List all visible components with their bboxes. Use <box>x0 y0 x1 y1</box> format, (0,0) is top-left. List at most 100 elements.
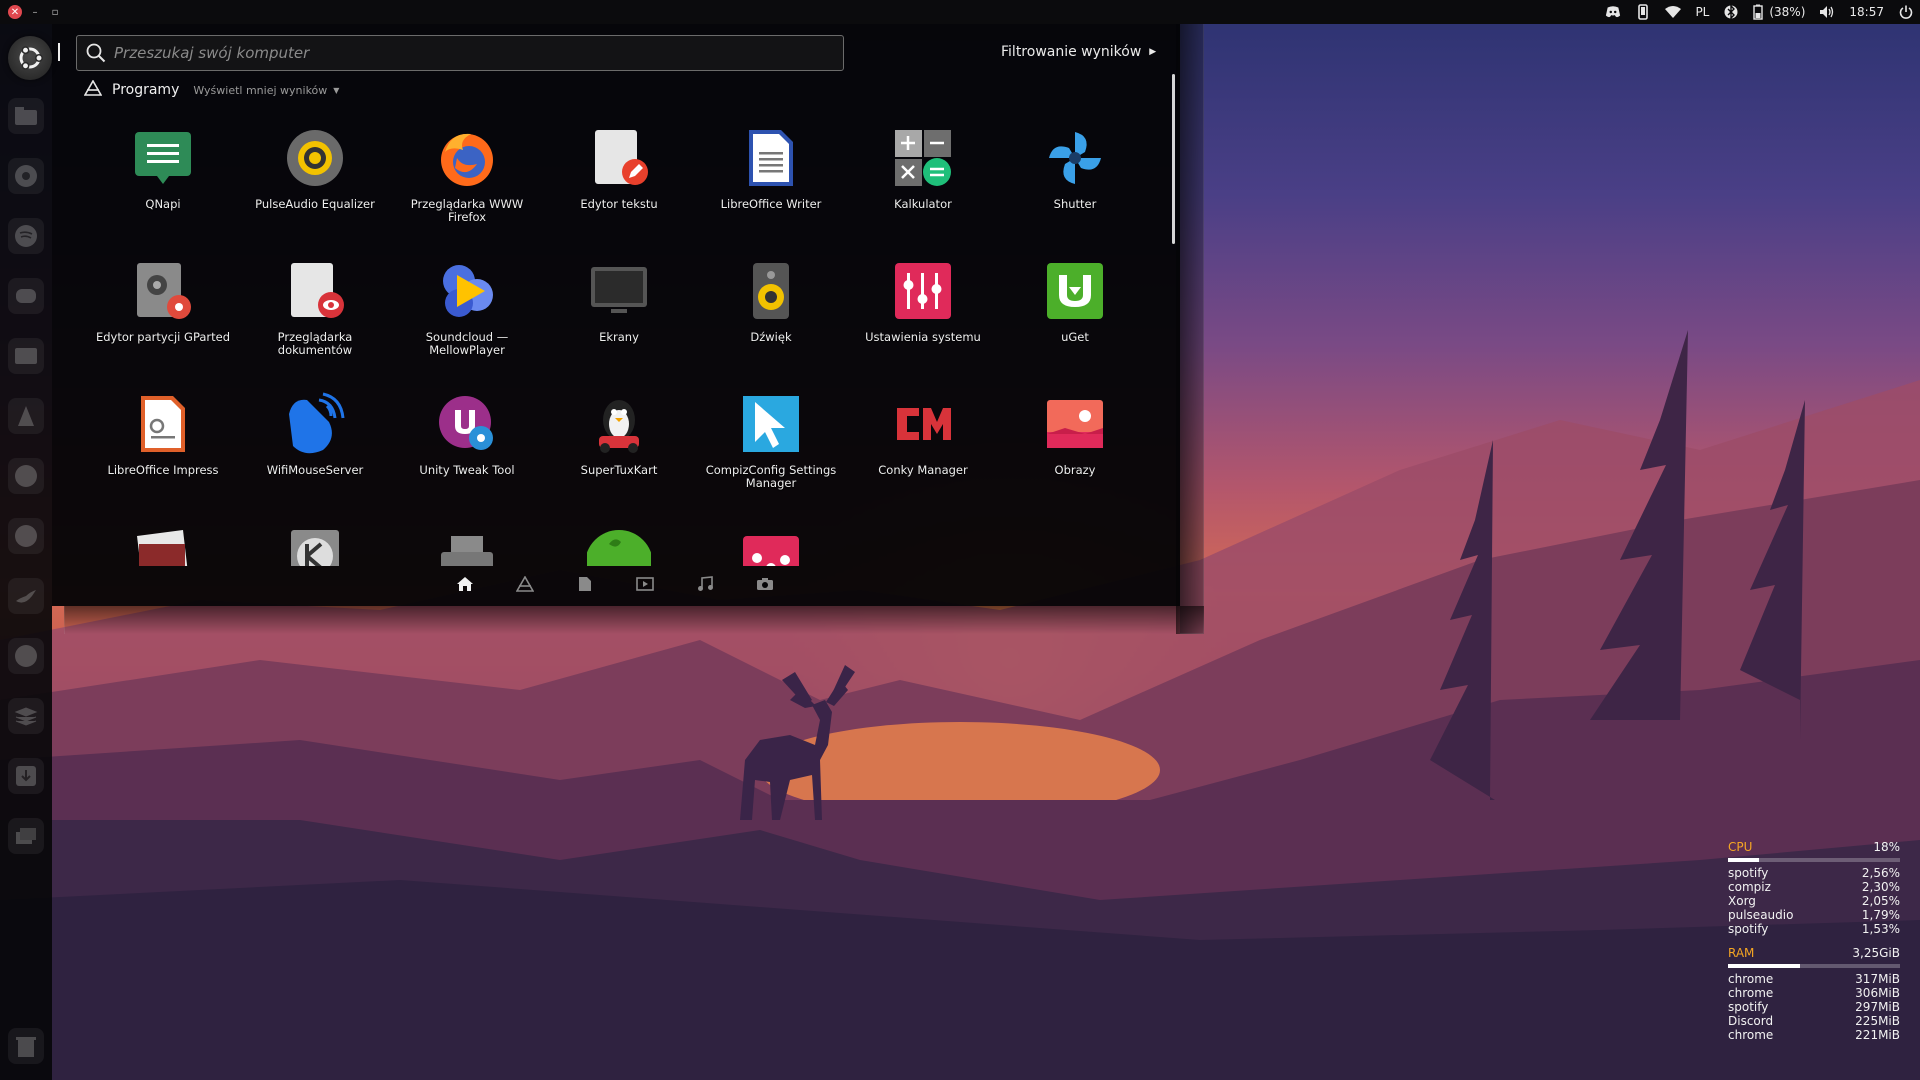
phone-icon[interactable] <box>1635 4 1651 20</box>
app-label: LibreOffice Impress <box>107 463 219 477</box>
usb-creator-icon <box>435 524 499 566</box>
keyboard-layout[interactable]: PL <box>1695 5 1709 19</box>
trash-icon[interactable] <box>8 1028 44 1064</box>
app-tile[interactable]: LibreOffice Writer <box>695 120 847 240</box>
app-tile[interactable]: uGet <box>999 253 1151 373</box>
power-icon[interactable] <box>1898 4 1914 20</box>
settings-sliders-icon <box>739 524 803 566</box>
dash-scrollbar[interactable] <box>1172 74 1175 244</box>
ram-label: RAM <box>1728 946 1755 960</box>
stack-icon[interactable] <box>8 698 44 734</box>
app-tile[interactable] <box>695 518 847 566</box>
app-tile[interactable]: Unity Tweak Tool <box>391 386 543 506</box>
dash-border <box>64 606 1204 634</box>
app-tile[interactable]: Conky Manager <box>847 386 999 506</box>
app-label: Conky Manager <box>878 463 968 477</box>
process-value: 2,30% <box>1861 880 1900 894</box>
qnapi-icon <box>131 126 195 190</box>
app-tile[interactable]: Ekrany <box>543 253 695 373</box>
calculator-icon <box>891 126 955 190</box>
steam-icon[interactable] <box>8 518 44 554</box>
ram-process-row: spotify 297MiB <box>1728 1000 1900 1014</box>
app-tile[interactable]: PulseAudio Equalizer <box>239 120 391 240</box>
music-icon[interactable] <box>695 574 715 594</box>
app-tile[interactable]: Obrazy <box>999 386 1151 506</box>
dropbox-icon[interactable] <box>8 638 44 674</box>
search-input[interactable] <box>114 44 814 62</box>
terminal-icon[interactable] <box>8 338 44 374</box>
close-icon[interactable]: ✕ <box>8 5 22 19</box>
firefox-icon <box>435 126 499 190</box>
discord-icon[interactable] <box>8 278 44 314</box>
show-less-results-button[interactable]: Wyświetl mniej wyników ▼ <box>193 84 339 97</box>
process-value: 2,05% <box>1861 894 1900 908</box>
app-label: Przeglądarka dokumentów <box>277 330 353 357</box>
workspaces-icon[interactable] <box>8 818 44 854</box>
app-tile[interactable] <box>543 518 695 566</box>
video-icon[interactable] <box>635 574 655 594</box>
minimize-icon[interactable]: – <box>28 5 42 19</box>
gparted-icon <box>131 259 195 323</box>
clock[interactable]: 18:57 <box>1849 5 1884 19</box>
section-title: Programy <box>112 82 180 98</box>
app-tile[interactable]: Dźwięk <box>695 253 847 373</box>
app-tile[interactable] <box>87 518 239 566</box>
files-icon[interactable] <box>8 98 44 134</box>
kde-connect-icon <box>283 524 347 566</box>
app-tile[interactable] <box>391 518 543 566</box>
filter-results-button[interactable]: Filtrowanie wyników ▶ <box>1001 44 1156 60</box>
yakyak-icon[interactable] <box>8 458 44 494</box>
app-tile[interactable]: CompizConfig Settings Manager <box>695 386 847 506</box>
mellowplayer-icon <box>435 259 499 323</box>
app-label: Przeglądarka WWW Firefox <box>410 197 524 224</box>
search-box[interactable] <box>76 35 844 71</box>
app-grid: QNapi PulseAudio Equalizer Przeglądarka … <box>87 120 1175 566</box>
app-tile[interactable]: WifiMouseServer <box>239 386 391 506</box>
files-icon[interactable] <box>575 574 595 594</box>
search-icon <box>86 43 106 63</box>
spotify-icon[interactable] <box>8 218 44 254</box>
ccsm-icon <box>739 392 803 456</box>
battery-status[interactable]: (38%) <box>1753 4 1805 20</box>
photos-icon[interactable] <box>755 574 775 594</box>
vlc-icon[interactable] <box>8 398 44 434</box>
ram-bar <box>1728 964 1900 968</box>
app-tile[interactable]: Edytor tekstu <box>543 120 695 240</box>
wifi-icon[interactable] <box>1665 4 1682 20</box>
app-tile[interactable]: Ustawienia systemu <box>847 253 999 373</box>
app-tile[interactable]: LibreOffice Impress <box>87 386 239 506</box>
discord-icon[interactable] <box>1605 4 1621 20</box>
chrome-icon[interactable] <box>8 158 44 194</box>
app-tile[interactable]: Shutter <box>999 120 1151 240</box>
cpu-bar-fill <box>1728 858 1759 862</box>
document-viewer-icon <box>283 259 347 323</box>
volume-icon[interactable] <box>1819 4 1835 20</box>
app-tile[interactable]: QNapi <box>87 120 239 240</box>
cpu-bar <box>1728 858 1900 862</box>
process-name: spotify <box>1728 1000 1769 1014</box>
cpu-process-row: spotify 1,53% <box>1728 922 1900 936</box>
applications-icon[interactable] <box>515 574 535 594</box>
system-settings-icon <box>891 259 955 323</box>
bluetooth-icon[interactable] <box>1723 4 1739 20</box>
app-tile[interactable]: SuperTuxKart <box>543 386 695 506</box>
home-icon[interactable] <box>455 574 475 594</box>
twitter-icon[interactable] <box>8 578 44 614</box>
app-tile[interactable] <box>239 518 391 566</box>
app-tile[interactable]: Soundcloud — MellowPlayer <box>391 253 543 373</box>
uget-icon <box>1043 259 1107 323</box>
download-icon[interactable] <box>8 758 44 794</box>
ubuntu-dash-button[interactable] <box>8 36 52 80</box>
filter-results-label: Filtrowanie wyników <box>1001 44 1142 60</box>
app-tile[interactable]: Edytor partycji GParted <box>87 253 239 373</box>
ram-process-row: chrome 317MiB <box>1728 972 1900 986</box>
app-tile[interactable]: Kalkulator <box>847 120 999 240</box>
cpu-process-row: spotify 2,56% <box>1728 866 1900 880</box>
maximize-icon[interactable]: ▫ <box>48 5 62 19</box>
app-tile[interactable]: Przeglądarka WWW Firefox <box>391 120 543 240</box>
system-tray: PL (38%) 18:57 <box>1605 0 1914 24</box>
ram-process-row: Discord 225MiB <box>1728 1014 1900 1028</box>
app-label: Obrazy <box>1054 463 1096 477</box>
app-tile[interactable]: Przeglądarka dokumentów <box>239 253 391 373</box>
process-name: Discord <box>1728 1014 1774 1028</box>
